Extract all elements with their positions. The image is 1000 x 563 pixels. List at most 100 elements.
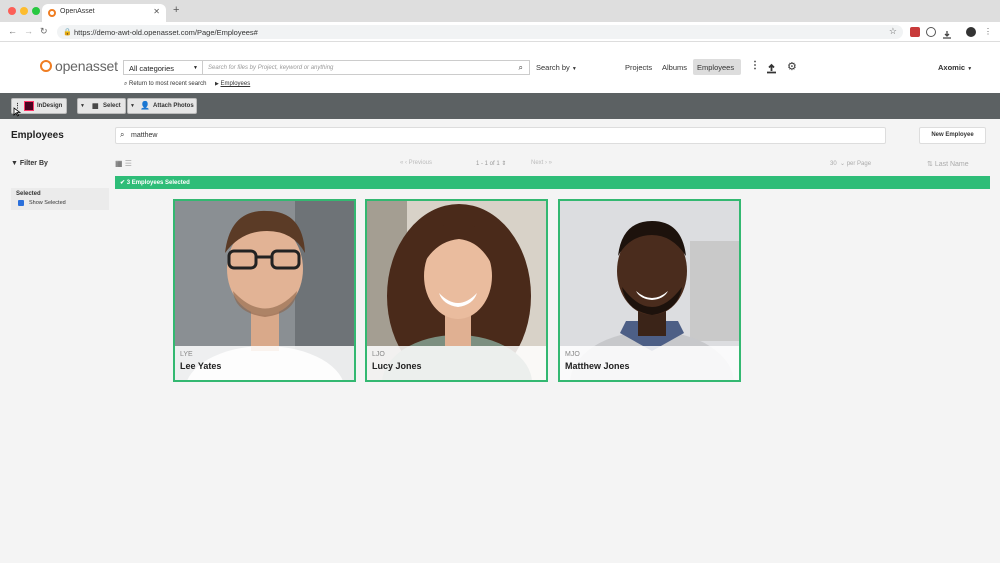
lock-icon: 🔒 [63,29,72,36]
show-selected-label: Show Selected [29,200,66,206]
search-by-label: Search by [536,63,570,72]
view-toggle: ▦ ☰ [115,159,132,168]
search-by-dropdown[interactable]: Search by ▼ [536,63,577,72]
employee-card[interactable]: LJO Lucy Jones [365,199,548,382]
bookmark-star-icon[interactable]: ☆ [889,26,897,37]
app-header: openasset All categories ▼ Search for fi… [0,42,1000,93]
employee-name: Matthew Jones [565,361,630,371]
search-icon[interactable]: ⌕ [519,63,523,73]
upload-icon[interactable] [766,61,777,79]
mouse-cursor-icon [13,107,21,117]
browser-address-bar: ← → ↻ 🔒 https://demo-awt-old.openasset.c… [0,22,1000,42]
return-link-label: Return to most recent search [129,81,207,87]
pagination-range-label: 1 - 1 of 1 [476,161,500,167]
search-placeholder: Search for files by Project, keyword or … [208,65,334,71]
new-employee-button[interactable]: New Employee [919,127,986,144]
per-page-select[interactable]: 30 ⌄ per Page [830,160,871,167]
extension-icon[interactable] [926,27,936,37]
return-to-search-link[interactable]: ⌕ Return to most recent search [124,81,206,88]
download-icon[interactable] [942,27,952,39]
per-page-label: per Page [846,161,872,167]
employee-card[interactable]: MJO Matthew Jones [558,199,741,382]
selection-count: 3 Employees Selected [126,180,190,186]
category-select-value: All categories [129,64,175,73]
employee-name: Lee Yates [180,361,222,371]
user-name: Axomic [938,63,966,72]
nav-albums[interactable]: Albums [662,63,687,72]
selected-filter-box: Selected Show Selected [11,188,109,210]
maximize-window-button[interactable] [32,7,40,15]
previous-page-button[interactable]: « ‹ Previous [400,160,432,166]
employee-label: LYE Lee Yates [175,346,354,380]
gear-icon[interactable]: ⚙ [787,60,797,73]
list-view-icon[interactable]: ☰ [125,159,132,168]
filter-by-label: Filter By [19,160,48,167]
action-toolbar: ⋮ InDesign ▼ ▦ Select ▼ 👤 Attach Photos [0,93,1000,119]
employee-name: Lucy Jones [372,361,422,371]
profile-avatar-icon[interactable] [966,27,976,37]
chevron-down-icon: ▼ [967,66,973,72]
select-label: Select [103,103,121,109]
show-selected-checkbox[interactable] [18,200,24,206]
employee-code: MJO [565,351,580,358]
select-button[interactable]: ▼ ▦ Select [77,98,126,114]
browser-tab[interactable]: OpenAsset ✕ [42,4,166,22]
close-tab-icon[interactable]: ✕ [153,7,160,16]
forward-arrow-icon[interactable]: → [24,26,33,36]
minimize-window-button[interactable] [20,7,28,15]
employee-search-input[interactable]: ⌕ matthew [115,127,886,144]
grid-icon: ▦ [92,103,99,110]
attach-photos-label: Attach Photos [153,103,194,109]
chevron-right-icon: ▶ [215,81,219,87]
tab-title: OpenAsset [60,8,95,15]
per-page-value: 30 [830,161,837,167]
person-photo-icon: 👤 [140,101,150,110]
chevron-down-icon: ▼ [80,103,85,109]
selected-heading: Selected [16,191,41,197]
browser-menu-icon[interactable]: ⋮ [983,27,993,37]
breadcrumb-employees-link[interactable]: Employees [221,81,251,87]
check-icon: ✔ [120,180,126,186]
next-label: Next [531,160,544,166]
selection-banner: ✔ 3 Employees Selected [115,176,990,189]
more-vertical-icon[interactable]: ⋮ [750,60,760,71]
previous-label: Previous [408,160,433,166]
employee-card[interactable]: LYE Lee Yates [173,199,356,382]
nav-employees[interactable]: Employees [693,59,741,75]
attach-photos-button[interactable]: ▼ 👤 Attach Photos [127,98,197,114]
extension-icon[interactable] [910,27,920,37]
browser-tab-bar: OpenAsset ✕ + [0,0,1000,22]
grid-view-icon[interactable]: ▦ [115,159,123,168]
url-text: https://demo-awt-old.openasset.com/Page/… [74,28,258,37]
search-icon: ⌕ [124,81,128,87]
main-search-input[interactable]: Search for files by Project, keyword or … [202,60,530,75]
employee-label: MJO Matthew Jones [560,346,739,380]
category-select[interactable]: All categories ▼ [123,60,202,75]
sort-select[interactable]: ⇅ Last Name [927,160,969,168]
pagination-range: 1 - 1 of 1 ⇕ [476,161,507,167]
chevron-down-icon: ▼ [130,103,135,109]
employee-search-value: matthew [131,132,158,139]
page-title: Employees [11,130,64,141]
search-icon: ⌕ [120,130,125,139]
back-arrow-icon[interactable]: ← [8,26,17,36]
logo-ring-icon [40,60,52,72]
reload-icon[interactable]: ↻ [40,26,48,37]
employee-code: LJO [372,351,385,358]
employee-code: LYE [180,351,193,358]
indesign-icon [24,101,34,111]
nav-projects[interactable]: Projects [625,63,652,72]
filter-by-heading: ▼ Filter By [11,160,48,167]
next-page-button[interactable]: Next › » [531,160,552,166]
filter-icon: ▼ [11,160,18,167]
close-window-button[interactable] [8,7,16,15]
chevron-down-icon: ▼ [193,65,198,71]
user-menu[interactable]: Axomic ▼ [938,63,972,72]
new-tab-icon[interactable]: + [173,4,179,16]
openasset-favicon-icon [48,9,56,17]
url-field[interactable]: 🔒 https://demo-awt-old.openasset.com/Pag… [57,25,903,39]
chevron-down-icon: ▼ [571,66,577,72]
indesign-label: InDesign [37,103,63,109]
breadcrumb: ▶ Employees [215,81,250,87]
logo-text: openasset [55,58,118,74]
